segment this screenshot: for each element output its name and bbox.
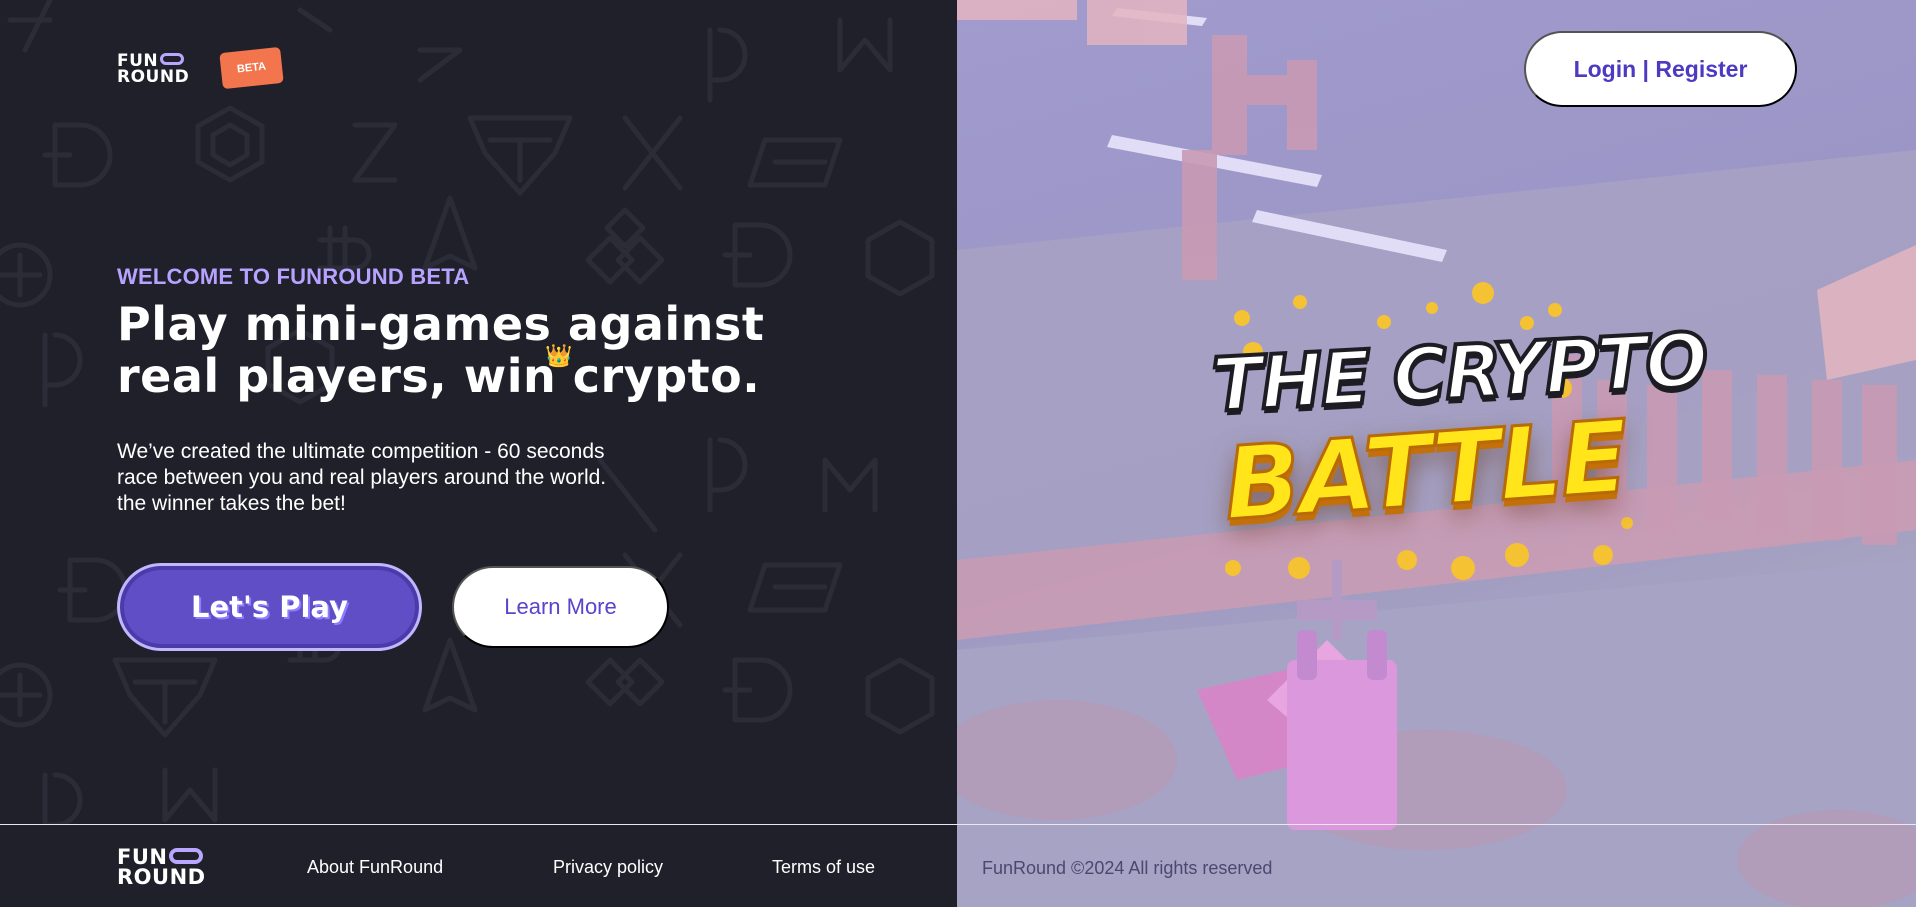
crown-icon: 👑 [545, 343, 573, 368]
funround-logo[interactable]: FUN ROUND [117, 53, 190, 87]
beta-badge: BETA [219, 46, 284, 90]
footer-logo[interactable]: FUN ROUND [117, 847, 206, 889]
description-line-3: the winner takes the bet! [117, 492, 346, 515]
lets-play-button[interactable]: Let's Play [117, 563, 422, 651]
footer-link-privacy[interactable]: Privacy policy [553, 857, 663, 878]
footer-link-terms[interactable]: Terms of use [772, 857, 875, 878]
login-register-button[interactable]: Login | Register [1524, 31, 1797, 107]
description-line-2: race between you and real players around… [117, 466, 607, 489]
footer-link-about[interactable]: About FunRound [307, 857, 443, 878]
description-line-1: We’ve created the ultimate competition -… [117, 440, 605, 463]
hero-description: We’ve created the ultimate competition -… [117, 439, 697, 517]
hero-headline: Play mini-games against real players, wi… [117, 298, 837, 402]
footer-left-section: FUN ROUND About FunRound Privacy policy … [0, 825, 957, 907]
page-footer: FUN ROUND About FunRound Privacy policy … [0, 824, 1916, 907]
headline-line-2: real players, win crypto. [117, 349, 761, 403]
crypto-pattern-background [0, 0, 935, 824]
logo-text-round: ROUND [117, 67, 190, 87]
logo-ring-icon [160, 53, 185, 65]
copyright-text: FunRound ©2024 All rights reserved [982, 858, 1273, 878]
learn-more-button[interactable]: Learn More [452, 566, 669, 648]
footer-logo-ring-icon [169, 848, 204, 864]
hero-panel: FUN ROUND BETA WELCOME TO FUNROUND BETA … [0, 0, 957, 824]
headline-line-1: Play mini-games against [117, 297, 765, 351]
footer-logo-text-round: ROUND [117, 865, 206, 889]
welcome-eyebrow: WELCOME TO FUNROUND BETA [117, 264, 470, 289]
